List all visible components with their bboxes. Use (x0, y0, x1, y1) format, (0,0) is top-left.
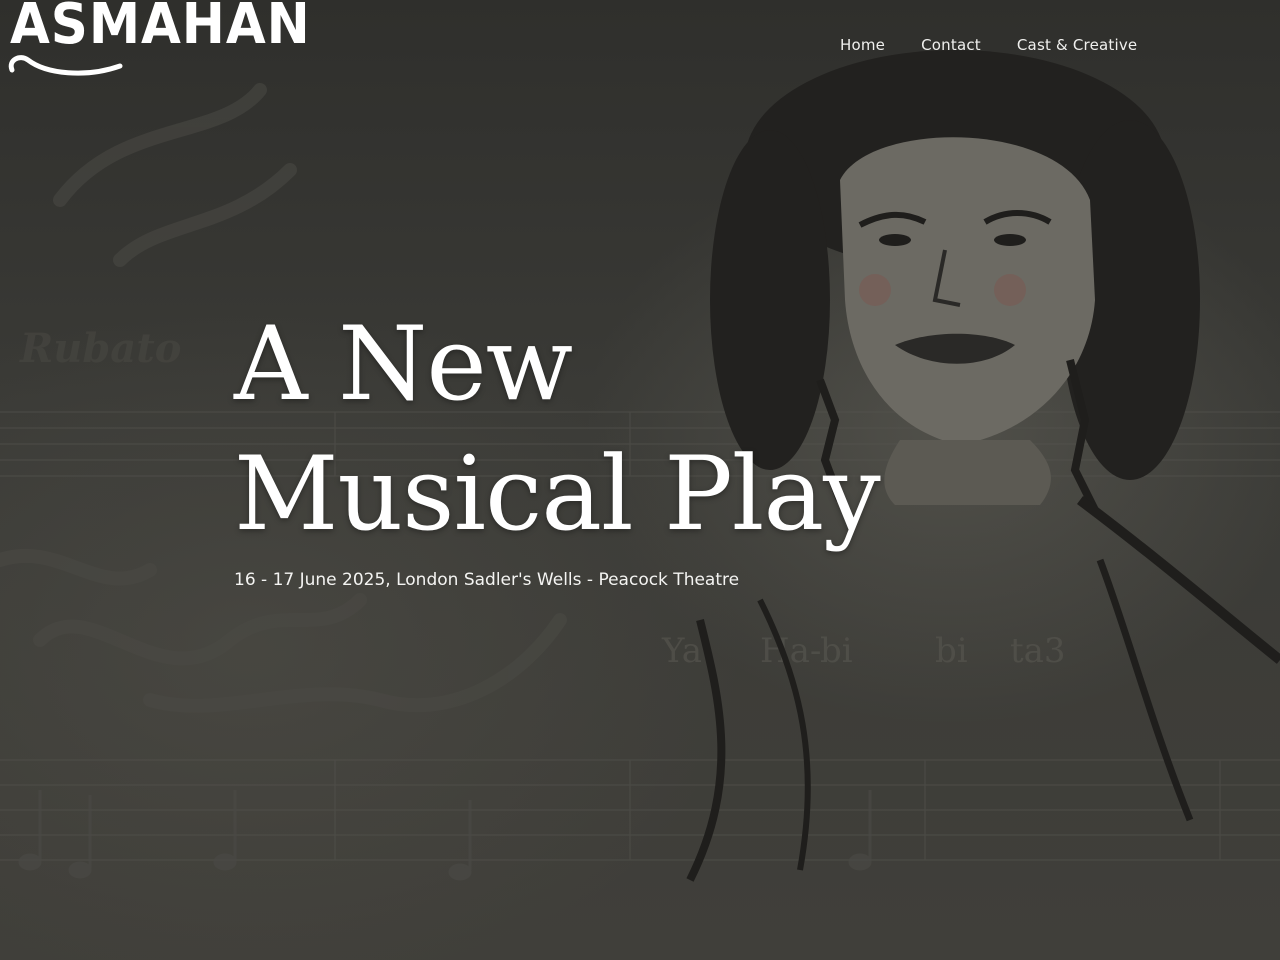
nav-cast-creative[interactable]: Cast & Creative (1017, 36, 1137, 54)
hero-title: A New Musical Play (234, 300, 1054, 560)
logo-swash-icon (8, 55, 123, 76)
hero-title-line-2: Musical Play (234, 435, 881, 554)
tempo-marking-text: Rubato (19, 325, 181, 372)
main-nav: Home Contact Cast & Creative (840, 36, 1137, 54)
svg-text:bi: bi (820, 631, 853, 671)
svg-text:Ha-: Ha- (760, 631, 821, 671)
nav-home[interactable]: Home (840, 36, 885, 54)
hero-section: A New Musical Play 16 - 17 June 2025, Lo… (234, 300, 1054, 590)
svg-text:Ya: Ya (661, 631, 702, 671)
logo-text: ASMAHAN (10, 0, 311, 57)
lyrics-text: Ya Ha- bi bi ta3 (661, 631, 1066, 671)
svg-text:ta3: ta3 (1010, 631, 1066, 671)
svg-text:bi: bi (935, 631, 968, 671)
hero-subtitle: 16 - 17 June 2025, London Sadler's Wells… (234, 570, 740, 590)
brand-logo[interactable]: ASMAHAN (10, 0, 311, 57)
nav-contact[interactable]: Contact (921, 36, 981, 54)
hero-title-line-1: A New (234, 305, 573, 424)
